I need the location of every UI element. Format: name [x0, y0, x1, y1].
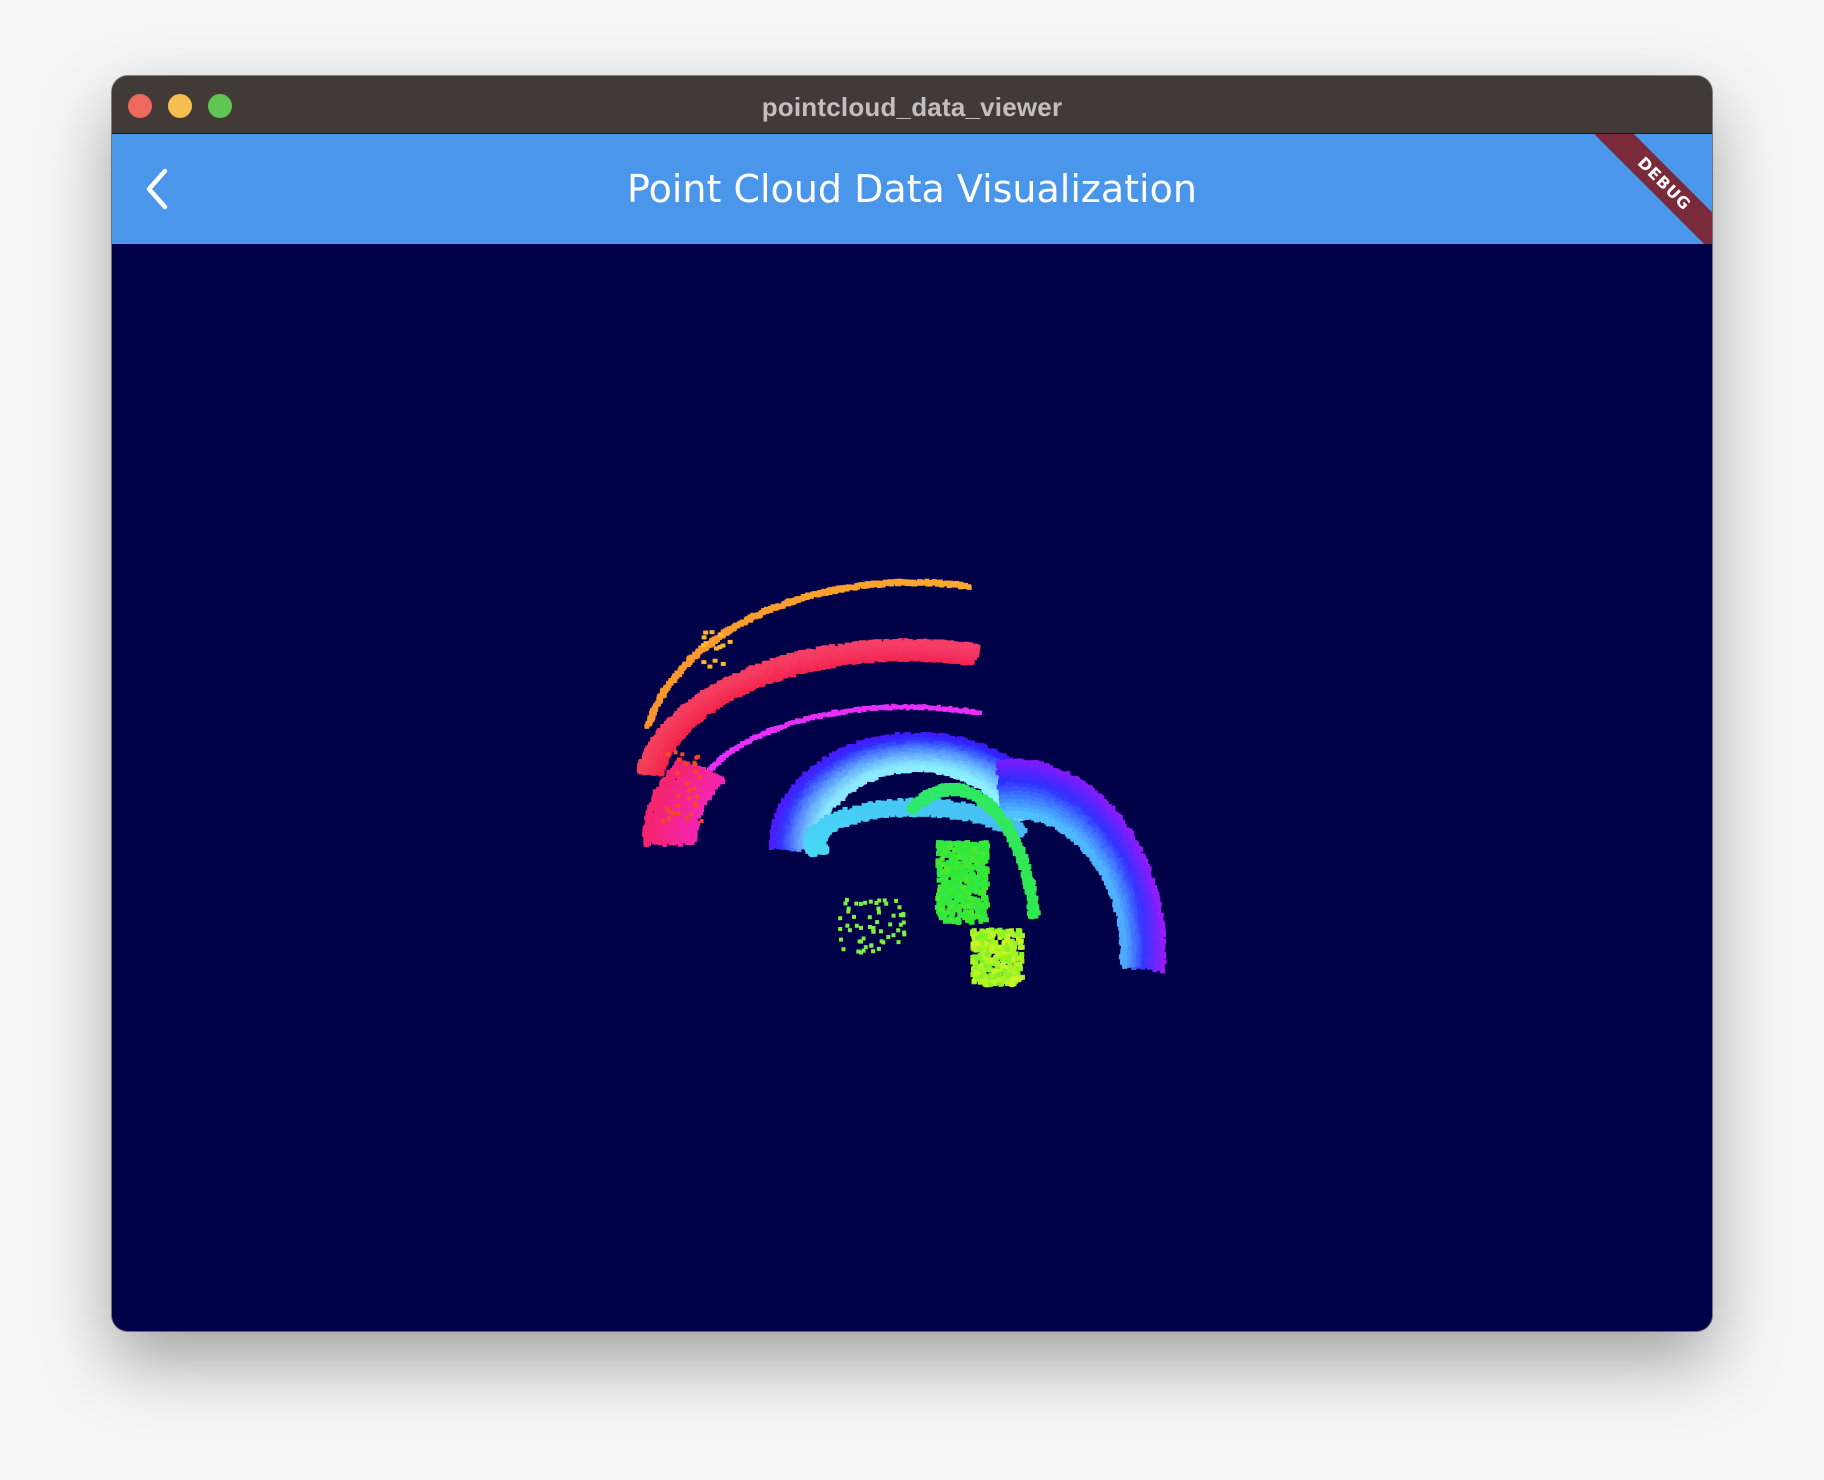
app-bar: Point Cloud Data Visualization DEBUG [112, 134, 1712, 244]
point-cloud-canvas[interactable] [112, 244, 1712, 1331]
window-titlebar[interactable]: pointcloud_data_viewer [112, 76, 1712, 134]
window-title: pointcloud_data_viewer [761, 92, 1063, 122]
point-cloud-viewport[interactable] [112, 244, 1712, 1331]
page-title: Point Cloud Data Visualization [627, 167, 1197, 211]
app-window: pointcloud_data_viewer Point Cloud Data … [112, 76, 1712, 1331]
